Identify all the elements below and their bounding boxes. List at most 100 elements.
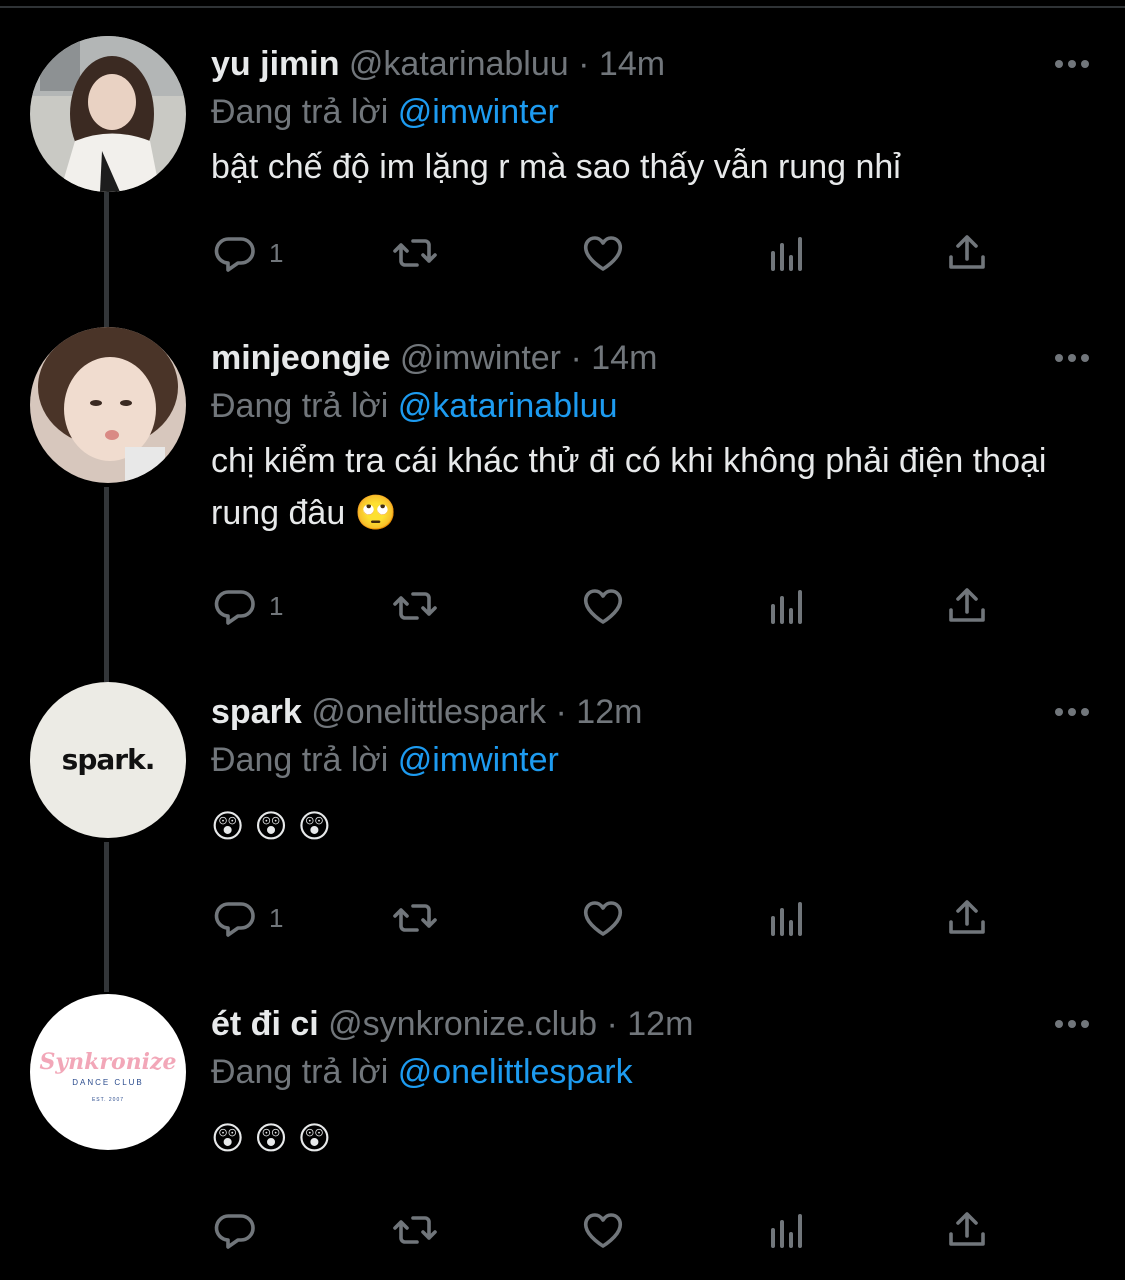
share-button[interactable]: [943, 227, 991, 279]
tweet-actions: [211, 1204, 1011, 1256]
share-icon: [949, 1212, 985, 1246]
tweet-text: bật chế độ im lặng r mà sao thấy vẫn run…: [211, 148, 901, 186]
replying-label: Đang trả lời: [211, 741, 389, 779]
separator-dot: ·: [570, 339, 582, 377]
tweet-actions: 1: [211, 580, 1011, 632]
thread-line: [104, 487, 109, 682]
retweet-button[interactable]: [391, 892, 439, 944]
timestamp[interactable]: 14m: [599, 45, 665, 83]
reply-button[interactable]: [211, 1204, 269, 1256]
replying-label: Đang trả lời: [211, 1053, 389, 1091]
views-icon: [771, 902, 802, 936]
replying-to: Đang trả lời @onelittlespark: [211, 1044, 633, 1100]
avatar-photo: [30, 36, 186, 192]
mention-link[interactable]: @imwinter: [398, 93, 559, 131]
reply-icon: [214, 590, 255, 625]
more-icon[interactable]: [1055, 996, 1089, 1052]
thread-line: [104, 842, 109, 992]
retweet-button[interactable]: [391, 580, 439, 632]
spark-logo: spark.: [61, 743, 156, 776]
user-handle[interactable]: @synkronize.club: [328, 1005, 597, 1043]
share-icon: [949, 900, 985, 934]
tweet-actions: 1: [211, 227, 1011, 279]
astonished-emoji: 😲: [254, 1120, 288, 1156]
share-button[interactable]: [943, 892, 991, 944]
user-handle[interactable]: @imwinter: [400, 339, 561, 377]
avatar[interactable]: [30, 36, 186, 192]
replying-to: Đang trả lời @imwinter: [211, 84, 559, 140]
reply-count: 1: [269, 590, 284, 621]
share-button[interactable]: [943, 580, 991, 632]
separator-dot: ·: [578, 45, 590, 83]
tweet-text: chị kiểm tra cái khác thử đi có khi khôn…: [211, 442, 1047, 532]
replying-label: Đang trả lời: [211, 93, 389, 131]
mention-link[interactable]: @katarinabluu: [398, 387, 618, 425]
like-button[interactable]: [579, 580, 627, 632]
views-icon: [771, 237, 802, 271]
heart-icon: [583, 236, 623, 271]
reply-icon: [214, 237, 255, 272]
user-handle[interactable]: @onelittlespark: [311, 693, 546, 731]
heart-icon: [583, 1213, 623, 1248]
like-button[interactable]: [579, 892, 627, 944]
retweet-icon: [393, 592, 437, 620]
avatar[interactable]: [30, 327, 186, 483]
display-name[interactable]: spark: [211, 693, 302, 731]
logo-wordmark: Synkronize: [39, 1049, 177, 1075]
views-icon: [771, 1214, 802, 1248]
avatar[interactable]: Synkronize DANCE CLUB EST. 2007: [30, 994, 186, 1150]
more-icon[interactable]: [1055, 36, 1089, 92]
views-button[interactable]: [763, 892, 811, 944]
share-icon: [949, 235, 985, 269]
display-name[interactable]: minjeongie: [211, 339, 390, 377]
display-name[interactable]: yu jimin: [211, 45, 339, 83]
astonished-emoji: 😲: [254, 808, 288, 844]
timestamp[interactable]: 14m: [591, 339, 657, 377]
views-icon: [771, 590, 802, 624]
astonished-emoji: 😲: [297, 1120, 332, 1156]
replying-to: Đang trả lời @imwinter: [211, 732, 559, 788]
reply-button[interactable]: 1: [211, 892, 283, 944]
separator-dot: ·: [606, 1005, 618, 1043]
like-button[interactable]: [579, 227, 627, 279]
thread-line: [104, 192, 109, 330]
heart-icon: [583, 901, 623, 936]
retweet-button[interactable]: [391, 227, 439, 279]
more-icon[interactable]: [1055, 330, 1089, 386]
reply-icon: [214, 902, 255, 937]
user-handle[interactable]: @katarinabluu: [349, 45, 569, 83]
views-button[interactable]: [763, 580, 811, 632]
reply-button[interactable]: 1: [211, 227, 283, 279]
reply-button[interactable]: 1: [211, 580, 283, 632]
retweet-icon: [393, 1216, 437, 1244]
logo-subtext: DANCE CLUB: [72, 1078, 144, 1087]
retweet-icon: [393, 239, 437, 267]
heart-icon: [583, 589, 623, 624]
more-icon[interactable]: [1055, 684, 1089, 740]
synkronize-logo: Synkronize DANCE CLUB EST. 2007: [30, 1050, 186, 1103]
timestamp[interactable]: 12m: [576, 693, 642, 731]
timestamp[interactable]: 12m: [627, 1005, 693, 1043]
separator-dot: ·: [555, 693, 567, 731]
views-button[interactable]: [763, 1204, 811, 1256]
avatar-photo: [30, 327, 186, 483]
mention-link[interactable]: @onelittlespark: [398, 1053, 633, 1091]
like-button[interactable]: [579, 1204, 627, 1256]
retweet-button[interactable]: [391, 1204, 439, 1256]
reply-count: 1: [269, 902, 284, 933]
reply-count: 1: [269, 237, 284, 268]
top-divider: [0, 6, 1125, 8]
retweet-icon: [393, 904, 437, 932]
views-button[interactable]: [763, 227, 811, 279]
astonished-emoji: 😲: [211, 1120, 245, 1156]
mention-link[interactable]: @imwinter: [398, 741, 559, 779]
astonished-emoji: 😲: [297, 808, 332, 844]
display-name[interactable]: ét đi ci: [211, 1005, 319, 1043]
share-button[interactable]: [943, 1204, 991, 1256]
avatar[interactable]: spark.: [30, 682, 186, 838]
tweet-actions: 1: [211, 892, 1011, 944]
share-icon: [949, 588, 985, 622]
reply-icon: [214, 1214, 255, 1249]
replying-to: Đang trả lời @katarinabluu: [211, 378, 617, 434]
emoji-row: 😲 😲 😲: [211, 806, 331, 846]
